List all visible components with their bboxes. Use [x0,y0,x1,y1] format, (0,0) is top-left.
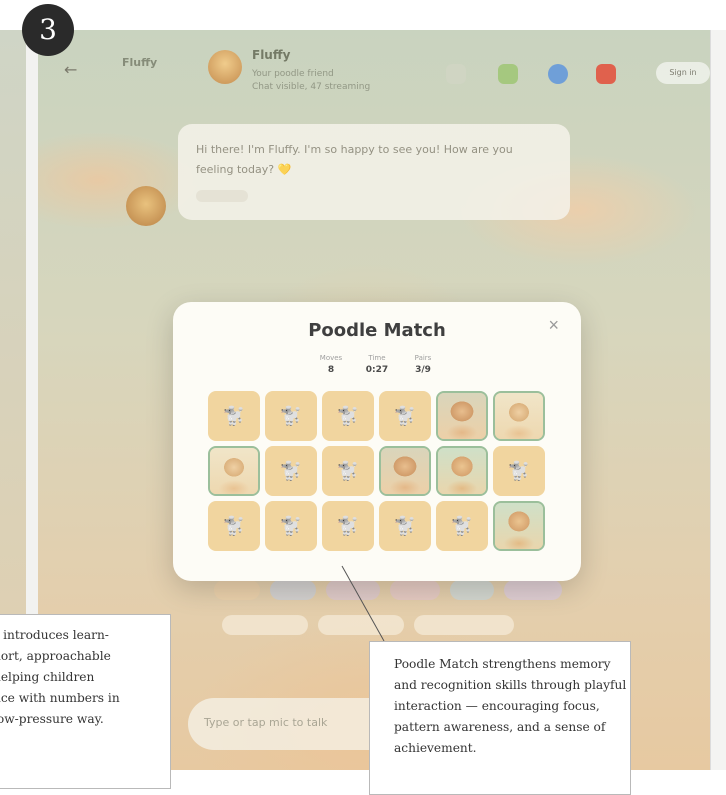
quick-actions-row-2 [222,615,514,635]
poodle-icon: 🐩 [336,515,360,537]
quick-chip[interactable] [504,580,562,600]
video-icon[interactable] [596,64,616,84]
memory-card-back[interactable]: 🐩 [322,446,374,496]
quick-chip[interactable] [450,580,494,600]
chat-message: Hi there! I'm Fluffy. I'm so happy to se… [196,143,513,176]
poodle-image [438,448,486,494]
quick-chip[interactable] [414,615,514,635]
poodle-image [210,448,258,494]
stat-moves: Moves 8 [314,354,348,375]
poodle-icon: 🐩 [279,515,303,537]
poodle-icon: 🐩 [393,405,417,427]
back-arrow-icon[interactable]: ← [64,60,77,79]
dialog-title: Poodle Match [308,320,446,341]
memory-card-back[interactable]: 🐩 [493,446,545,496]
left-annotation-line: low-pressure way. [0,712,104,726]
memory-card-back[interactable]: 🐩 [379,501,431,551]
memory-card-back[interactable]: 🐩 [322,391,374,441]
poodle-icon: 🐩 [393,515,417,537]
memory-card-back[interactable]: 🐩 [436,501,488,551]
quick-chip[interactable] [390,580,440,600]
left-annotation-line: helping children [0,670,95,684]
memory-card-back[interactable]: 🐩 [265,391,317,441]
memory-card-face[interactable] [436,391,488,441]
poodle-icon: 🐩 [336,460,360,482]
stat-pairs: Pairs 3/9 [406,354,440,375]
pet-avatar [208,50,242,84]
left-annotation-line: nce with numbers in [0,691,120,705]
memory-card-back[interactable]: 🐩 [208,391,260,441]
quick-chip[interactable] [326,580,380,600]
close-icon[interactable]: × [542,314,565,337]
left-annotation-line: hort, approachable [0,649,111,663]
stat-value: 3/9 [415,365,431,375]
right-annotation-text: Poodle Match strengthens memory and reco… [394,657,627,755]
poodle-icon: 🐩 [222,405,246,427]
right-annotation: Poodle Match strengthens memory and reco… [369,641,631,795]
stat-label: Moves [319,354,343,362]
pet-name: Fluffy [252,48,291,62]
memory-card-face[interactable] [493,391,545,441]
memory-card-back[interactable]: 🐩 [379,391,431,441]
pet-status: Your poodle friend Chat visible, 47 stre… [252,68,370,94]
stat-value: 8 [327,365,335,375]
stat-value: 0:27 [365,365,389,375]
memory-card-back[interactable]: 🐩 [265,501,317,551]
poodle-image [438,393,486,439]
quick-chip[interactable] [270,580,316,600]
left-annotation-text: s introduces learn-hort, approachable hel… [0,625,170,730]
memory-card-face[interactable] [493,501,545,551]
stat-label: Pairs [414,354,432,362]
message-input-placeholder: Type or tap mic to talk [204,716,328,729]
app-header: ← Fluffy Fluffy Your poodle friend Chat … [38,30,710,100]
right-pane-edge [710,30,726,770]
stat-label: Time [368,354,386,362]
left-annotation: s introduces learn-hort, approachable hel… [0,614,171,789]
memory-card-face[interactable] [436,446,488,496]
app-name: Fluffy [122,56,158,69]
chat-pet-avatar [126,186,166,226]
card-grid: 🐩 🐩 🐩 🐩 🐩 🐩 🐩 🐩 🐩 🐩 🐩 🐩 [208,391,545,551]
step-number-badge: 3 [22,4,74,56]
poodle-icon: 🐩 [507,460,531,482]
quick-chip[interactable] [318,615,404,635]
poodle-image [495,503,543,549]
memory-card-back[interactable]: 🐩 [322,501,374,551]
poodle-icon: 🐩 [222,515,246,537]
left-annotation-line: s introduces learn- [0,628,109,642]
memory-card-face[interactable] [208,446,260,496]
message-input[interactable]: Type or tap mic to talk [188,698,398,750]
poodle-icon: 🐩 [450,515,474,537]
poodle-icon: 🐩 [279,405,303,427]
quick-chip[interactable] [222,615,308,635]
memory-card-back[interactable]: 🐩 [208,501,260,551]
poodle-icon: 🐩 [279,460,303,482]
globe-icon[interactable] [548,64,568,84]
message-timestamp [196,190,248,202]
poodle-image [381,448,429,494]
pet-status-line2: Chat visible, 47 streaming [252,82,371,92]
poodle-image [495,393,543,439]
poodle-icon: 🐩 [336,405,360,427]
pet-status-line1: Your poodle friend [252,69,334,79]
game-icon[interactable] [498,64,518,84]
stat-time: Time 0:27 [360,354,394,375]
memory-card-back[interactable]: 🐩 [265,446,317,496]
memory-card-face[interactable] [379,446,431,496]
chat-bubble: Hi there! I'm Fluffy. I'm so happy to se… [178,124,570,220]
quick-actions-row-1 [214,580,562,600]
poodle-match-dialog: Poodle Match × Moves 8 Time 0:27 Pairs 3… [173,302,581,581]
music-icon[interactable] [446,64,466,84]
sign-in-button[interactable]: Sign in [656,62,710,84]
game-stats: Moves 8 Time 0:27 Pairs 3/9 [173,354,581,375]
quick-chip[interactable] [214,580,260,600]
